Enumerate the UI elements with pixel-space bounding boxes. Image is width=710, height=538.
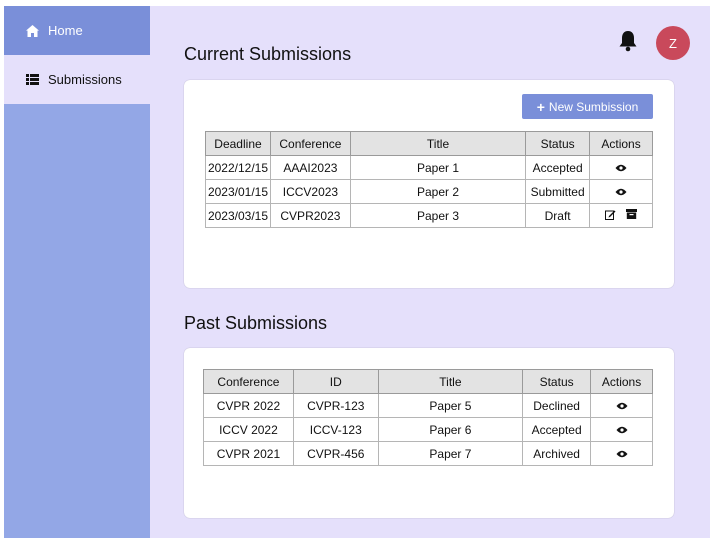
column-header-title[interactable]: Title <box>349 131 527 156</box>
column-header-title[interactable]: Title <box>377 369 524 394</box>
sidebar-item-label: Submissions <box>48 72 122 87</box>
past-submissions-card: Conference ID Title Status Actions CVPR … <box>184 348 674 518</box>
id-cell: CVPR-123 <box>292 393 379 418</box>
user-avatar[interactable]: Z <box>656 26 690 60</box>
app-frame: Home Submissions Z Current Submissions +… <box>4 6 710 538</box>
notification-bell-icon[interactable] <box>618 30 638 52</box>
actions-cell <box>590 417 653 442</box>
title-cell: Paper 7 <box>377 441 524 466</box>
conference-cell: AAAI2023 <box>269 155 351 180</box>
deadline-cell: 2023/01/15 <box>205 179 271 204</box>
column-header-actions: Actions <box>590 369 653 394</box>
view-icon[interactable] <box>615 188 627 196</box>
id-cell: ICCV-123 <box>292 417 379 442</box>
table-row: 2023/03/15 CVPR2023 Paper 3 Draft <box>205 203 653 228</box>
status-cell: Accepted <box>525 155 591 180</box>
actions-cell <box>589 203 653 228</box>
status-cell: Declined <box>522 393 592 418</box>
edit-icon[interactable] <box>605 209 616 220</box>
actions-cell <box>589 155 653 180</box>
past-submissions-table: Conference ID Title Status Actions CVPR … <box>203 369 653 466</box>
conference-cell: CVPR 2022 <box>203 393 294 418</box>
title-cell: Paper 6 <box>377 417 524 442</box>
avatar-initial: Z <box>669 35 677 51</box>
table-header-row: Conference ID Title Status Actions <box>203 369 653 394</box>
sidebar: Home Submissions <box>4 6 150 538</box>
column-header-conference[interactable]: Conference <box>203 369 294 394</box>
title-cell: Paper 1 <box>349 155 527 180</box>
new-submission-button[interactable]: + New Sumbission <box>522 94 653 119</box>
title-cell: Paper 5 <box>377 393 524 418</box>
new-submission-label: New Sumbission <box>548 99 639 114</box>
table-row: 2023/01/15 ICCV2023 Paper 2 Submitted <box>205 179 653 204</box>
table-row: ICCV 2022 ICCV-123 Paper 6 Accepted <box>203 417 653 442</box>
current-submissions-card: + New Sumbission Deadline Conference Tit… <box>184 80 674 288</box>
column-header-id[interactable]: ID <box>292 369 379 394</box>
list-icon <box>26 74 42 85</box>
home-icon <box>26 24 42 37</box>
conference-cell: CVPR 2021 <box>203 441 294 466</box>
sidebar-item-submissions[interactable]: Submissions <box>4 55 150 104</box>
status-cell: Accepted <box>522 417 592 442</box>
conference-cell: CVPR2023 <box>269 203 351 228</box>
column-header-status[interactable]: Status <box>525 131 591 156</box>
view-icon[interactable] <box>615 164 627 172</box>
deadline-cell: 2022/12/15 <box>205 155 271 180</box>
conference-cell: ICCV 2022 <box>203 417 294 442</box>
sidebar-item-home[interactable]: Home <box>4 6 150 55</box>
conference-cell: ICCV2023 <box>269 179 351 204</box>
column-header-status[interactable]: Status <box>522 369 592 394</box>
archive-icon[interactable] <box>626 209 638 219</box>
table-header-row: Deadline Conference Title Status Actions <box>205 131 653 156</box>
view-icon[interactable] <box>616 426 628 434</box>
table-row: CVPR 2021 CVPR-456 Paper 7 Archived <box>203 441 653 466</box>
column-header-conference[interactable]: Conference <box>269 131 351 156</box>
view-icon[interactable] <box>616 450 628 458</box>
sidebar-item-label: Home <box>48 23 83 38</box>
actions-cell <box>590 441 653 466</box>
status-cell: Archived <box>522 441 592 466</box>
status-cell: Submitted <box>525 179 591 204</box>
table-row: 2022/12/15 AAAI2023 Paper 1 Accepted <box>205 155 653 180</box>
id-cell: CVPR-456 <box>292 441 379 466</box>
actions-cell <box>590 393 653 418</box>
current-submissions-title: Current Submissions <box>184 44 352 64</box>
past-submissions-title: Past Submissions <box>184 313 328 333</box>
plus-icon: + <box>536 98 545 115</box>
deadline-cell: 2023/03/15 <box>205 203 271 228</box>
column-header-deadline[interactable]: Deadline <box>205 131 271 156</box>
table-row: CVPR 2022 CVPR-123 Paper 5 Declined <box>203 393 653 418</box>
column-header-actions: Actions <box>589 131 653 156</box>
title-cell: Paper 2 <box>349 179 527 204</box>
status-cell: Draft <box>525 203 591 228</box>
view-icon[interactable] <box>616 402 628 410</box>
title-cell: Paper 3 <box>349 203 527 228</box>
actions-cell <box>589 179 653 204</box>
current-submissions-table: Deadline Conference Title Status Actions… <box>205 131 653 228</box>
